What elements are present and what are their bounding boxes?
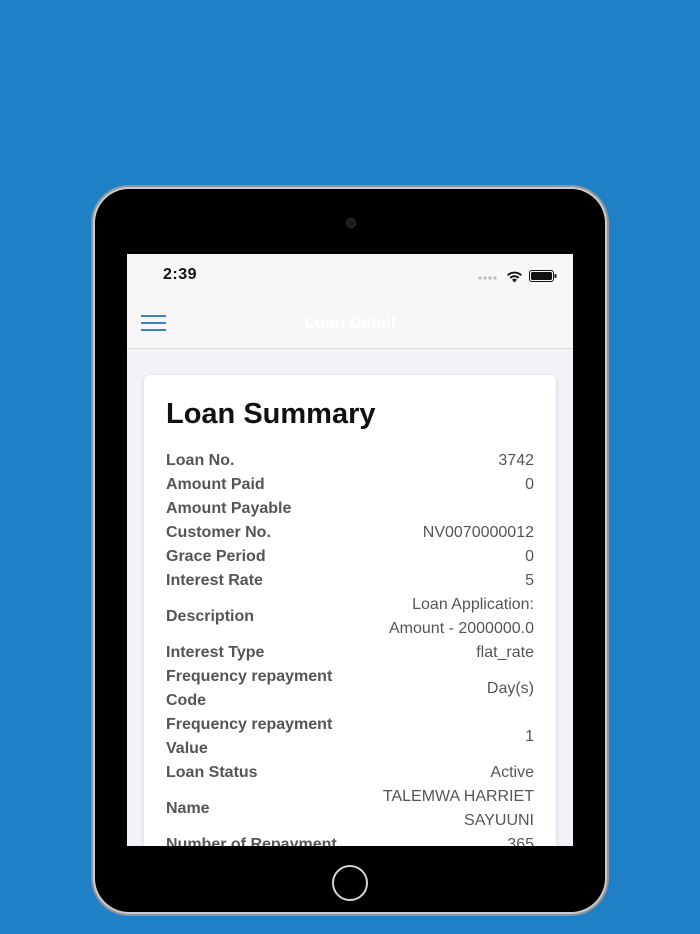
wifi-icon <box>507 271 522 282</box>
nav-title: Loan Detail <box>304 313 396 332</box>
detail-row-loan-status: Loan Status Active <box>166 761 534 785</box>
detail-row-description: Description Loan Application: Amount - 2… <box>166 593 534 641</box>
row-label: Amount Paid <box>166 476 265 493</box>
detail-row-name: Name TALEMWA HARRIET SAYUUNI <box>166 785 534 833</box>
row-value: 365 <box>507 836 534 846</box>
detail-row-customer-no: Customer No. NV0070000012 <box>166 521 534 545</box>
row-label: Grace Period <box>166 548 266 565</box>
row-label: Loan No. <box>166 452 235 469</box>
content-area[interactable]: Loan Summary Loan No. 3742 Amount Paid 0… <box>127 349 573 846</box>
row-value: 0 <box>525 548 534 565</box>
row-value: Loan Application: Amount - 2000000.0 <box>389 596 534 637</box>
home-button[interactable] <box>332 865 368 901</box>
app-store-background: 2:39 Loan Detail Loan Summary Loan No. 3… <box>0 0 700 934</box>
ipad-frame: 2:39 Loan Detail Loan Summary Loan No. 3… <box>95 189 605 912</box>
row-value: 3742 <box>498 452 534 469</box>
loan-summary-card: Loan Summary Loan No. 3742 Amount Paid 0… <box>144 375 556 846</box>
row-label: Amount Payable <box>166 500 292 517</box>
row-label: Name <box>166 800 210 817</box>
card-title: Loan Summary <box>166 398 376 430</box>
detail-row-amount-payable: Amount Payable <box>166 497 534 521</box>
camera-icon <box>346 218 356 228</box>
row-value: Day(s) <box>486 680 534 697</box>
row-label: Loan Status <box>166 764 258 781</box>
status-icons <box>478 268 557 284</box>
screen: 2:39 Loan Detail Loan Summary Loan No. 3… <box>127 254 573 846</box>
row-label: Frequency repayment Value <box>166 716 333 757</box>
detail-row-frequency-value: Frequency repayment Value 1 <box>166 713 534 761</box>
row-label: Interest Type <box>166 644 265 661</box>
row-value: TALEMWA HARRIET SAYUUNI <box>382 788 534 829</box>
status-bar: 2:39 <box>127 254 573 298</box>
detail-row-number-of-repayment: Number of Repayment 365 <box>166 833 534 846</box>
signal-icon <box>478 276 497 280</box>
row-value: flat_rate <box>476 644 534 661</box>
detail-row-amount-paid: Amount Paid 0 <box>166 473 534 497</box>
detail-row-grace-period: Grace Period 0 <box>166 545 534 569</box>
row-label: Frequency repayment Code <box>166 668 333 709</box>
row-label: Description <box>166 608 255 625</box>
row-value: 1 <box>525 728 534 745</box>
row-value: 5 <box>525 572 534 589</box>
row-value: NV0070000012 <box>422 524 534 541</box>
battery-icon <box>529 270 557 282</box>
row-value: 0 <box>525 476 534 493</box>
row-label: Customer No. <box>166 524 271 541</box>
row-label: Number of Repayment <box>166 836 337 846</box>
row-label: Interest Rate <box>166 572 263 589</box>
detail-row-loan-no: Loan No. 3742 <box>166 449 534 473</box>
detail-row-frequency-code: Frequency repayment Code Day(s) <box>166 665 534 713</box>
status-time: 2:39 <box>163 266 198 283</box>
detail-row-interest-type: Interest Type flat_rate <box>166 641 534 665</box>
navigation-bar: Loan Detail <box>127 298 573 349</box>
detail-row-interest-rate: Interest Rate 5 <box>166 569 534 593</box>
row-value: Active <box>490 764 534 781</box>
